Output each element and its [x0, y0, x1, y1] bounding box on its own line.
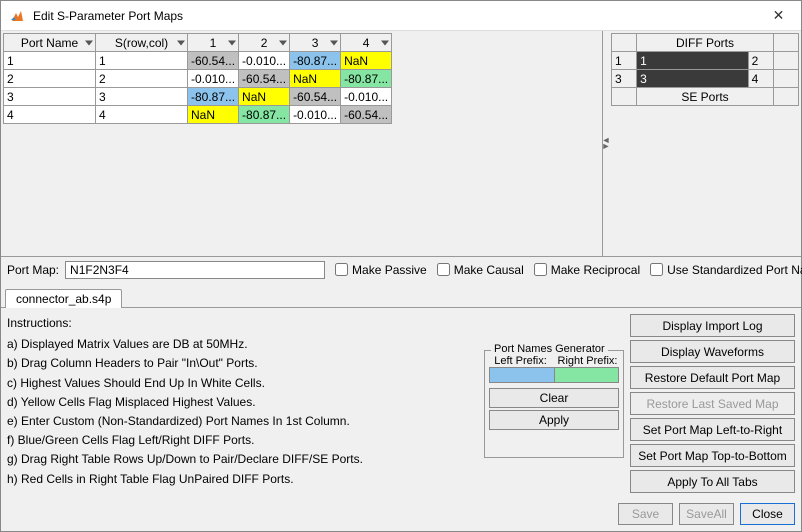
dropdown-icon[interactable] — [177, 40, 185, 45]
close-button[interactable]: Close — [740, 503, 795, 525]
restore-last-saved-button[interactable]: Restore Last Saved Map — [630, 392, 795, 415]
main-col-header[interactable]: 3 — [290, 34, 341, 52]
main-col-header[interactable]: 1 — [188, 34, 239, 52]
table-row[interactable]: 22-0.010...-60.54...NaN-80.87... — [4, 70, 392, 88]
bottom-area: Instructions: a) Displayed Matrix Values… — [1, 308, 801, 499]
png-apply-button[interactable]: Apply — [489, 410, 619, 430]
instruction-line: h) Red Cells in Right Table Flag UnPaire… — [7, 470, 478, 489]
diff-right-cell[interactable]: 2 — [748, 52, 773, 70]
apply-all-tabs-button[interactable]: Apply To All Tabs — [630, 470, 795, 493]
matrix-cell[interactable]: NaN — [239, 88, 290, 106]
png-legend: Port Names Generator — [491, 343, 608, 355]
instructions: Instructions: a) Displayed Matrix Values… — [7, 314, 478, 493]
srowcol-cell[interactable]: 3 — [96, 88, 188, 106]
matrix-cell[interactable]: -0.010... — [188, 70, 239, 88]
matrix-cell[interactable]: -80.87... — [239, 106, 290, 124]
instruction-line: c) Highest Values Should End Up In White… — [7, 374, 478, 393]
matrix-cell[interactable]: -60.54... — [341, 106, 392, 124]
srowcol-cell[interactable]: 1 — [96, 52, 188, 70]
matrix-cell[interactable]: -0.010... — [290, 106, 341, 124]
diff-left-cell[interactable]: 1 — [637, 52, 748, 70]
diff-left-cell[interactable]: 3 — [637, 70, 748, 88]
srowcol-cell[interactable]: 4 — [96, 106, 188, 124]
main-table-area: Port NameS(row,col)123411-60.54...-0.010… — [1, 31, 603, 256]
main-table[interactable]: Port NameS(row,col)123411-60.54...-0.010… — [3, 33, 392, 124]
diff-row[interactable]: 334 — [612, 70, 799, 88]
se-ports-header[interactable]: SE Ports — [637, 88, 774, 106]
main-col-header[interactable]: S(row,col) — [96, 34, 188, 52]
main-col-header[interactable]: Port Name — [4, 34, 96, 52]
restore-default-button[interactable]: Restore Default Port Map — [630, 366, 795, 389]
diff-row[interactable]: 112 — [612, 52, 799, 70]
use-std-names-checkbox[interactable]: Use Standardized Port Names — [650, 263, 802, 277]
png-left-prefix-input[interactable] — [489, 367, 554, 383]
portmap-label: Port Map: — [7, 263, 59, 277]
display-import-log-button[interactable]: Display Import Log — [630, 314, 795, 337]
save-button[interactable]: Save — [618, 503, 673, 525]
set-left-to-right-button[interactable]: Set Port Map Left-to-Right — [630, 418, 795, 441]
portmap-row: Port Map: Make Passive Make Causal Make … — [1, 257, 801, 287]
instructions-heading: Instructions: — [7, 314, 478, 333]
matrix-cell[interactable]: -0.010... — [341, 88, 392, 106]
saveall-button[interactable]: SaveAll — [679, 503, 734, 525]
matrix-cell[interactable]: -60.54... — [188, 52, 239, 70]
set-top-to-bottom-button[interactable]: Set Port Map Top-to-Bottom — [630, 444, 795, 467]
matrix-cell[interactable]: -80.87... — [341, 70, 392, 88]
right-table-area: DIFF Ports 112 334 SE Ports — [609, 31, 801, 256]
dropdown-icon[interactable] — [381, 40, 389, 45]
instruction-line: e) Enter Custom (Non-Standardized) Port … — [7, 412, 478, 431]
png-right-label: Right Prefix: — [556, 355, 619, 367]
action-buttons: Display Import Log Display Waveforms Res… — [630, 314, 795, 493]
srowcol-cell[interactable]: 2 — [96, 70, 188, 88]
make-reciprocal-checkbox[interactable]: Make Reciprocal — [534, 263, 640, 277]
matrix-cell[interactable]: NaN — [290, 70, 341, 88]
matrix-cell[interactable]: NaN — [341, 52, 392, 70]
png-right-prefix-input[interactable] — [554, 367, 620, 383]
port-name-cell[interactable]: 1 — [4, 52, 96, 70]
port-names-generator: Port Names Generator Left Prefix: Right … — [484, 350, 624, 458]
dropdown-icon[interactable] — [279, 40, 287, 45]
dropdown-icon[interactable] — [330, 40, 338, 45]
port-name-cell[interactable]: 4 — [4, 106, 96, 124]
instruction-line: f) Blue/Green Cells Flag Left/Right DIFF… — [7, 431, 478, 450]
table-row[interactable]: 33-80.87...NaN-60.54...-0.010... — [4, 88, 392, 106]
window-close-button[interactable]: ✕ — [756, 1, 801, 31]
instruction-line: g) Drag Right Table Rows Up/Down to Pair… — [7, 450, 478, 469]
matrix-cell[interactable]: NaN — [188, 106, 239, 124]
png-clear-button[interactable]: Clear — [489, 388, 619, 408]
matrix-cell[interactable]: -60.54... — [239, 70, 290, 88]
window-title: Edit S-Parameter Port Maps — [33, 9, 756, 23]
make-causal-checkbox[interactable]: Make Causal — [437, 263, 524, 277]
footer: Save SaveAll Close — [1, 499, 801, 531]
instruction-line: d) Yellow Cells Flag Misplaced Highest V… — [7, 393, 478, 412]
tab-file[interactable]: connector_ab.s4p — [5, 289, 122, 308]
matlab-icon — [9, 8, 25, 24]
matrix-cell[interactable]: -80.87... — [290, 52, 341, 70]
matrix-cell[interactable]: -80.87... — [188, 88, 239, 106]
instruction-line: a) Displayed Matrix Values are DB at 50M… — [7, 335, 478, 354]
table-row[interactable]: 11-60.54...-0.010...-80.87...NaN — [4, 52, 392, 70]
tab-row: connector_ab.s4p — [1, 287, 801, 308]
port-name-cell[interactable]: 3 — [4, 88, 96, 106]
diff-idx-cell: 3 — [612, 70, 637, 88]
tables-area: Port NameS(row,col)123411-60.54...-0.010… — [1, 31, 801, 257]
main-col-header[interactable]: 2 — [239, 34, 290, 52]
port-name-cell[interactable]: 2 — [4, 70, 96, 88]
main-col-header[interactable]: 4 — [341, 34, 392, 52]
matrix-cell[interactable]: -0.010... — [239, 52, 290, 70]
instruction-line: b) Drag Column Headers to Pair "In\Out" … — [7, 354, 478, 373]
matrix-cell[interactable]: -60.54... — [290, 88, 341, 106]
dropdown-icon[interactable] — [228, 40, 236, 45]
portmap-input[interactable] — [65, 261, 325, 279]
dropdown-icon[interactable] — [85, 40, 93, 45]
png-left-label: Left Prefix: — [489, 355, 552, 367]
display-waveforms-button[interactable]: Display Waveforms — [630, 340, 795, 363]
titlebar: Edit S-Parameter Port Maps ✕ — [1, 1, 801, 31]
table-row[interactable]: 44NaN-80.87...-0.010...-60.54... — [4, 106, 392, 124]
diff-se-table[interactable]: DIFF Ports 112 334 SE Ports — [611, 33, 799, 106]
diff-ports-header[interactable]: DIFF Ports — [637, 34, 774, 52]
diff-idx-cell: 1 — [612, 52, 637, 70]
make-passive-checkbox[interactable]: Make Passive — [335, 263, 427, 277]
diff-right-cell[interactable]: 4 — [748, 70, 773, 88]
